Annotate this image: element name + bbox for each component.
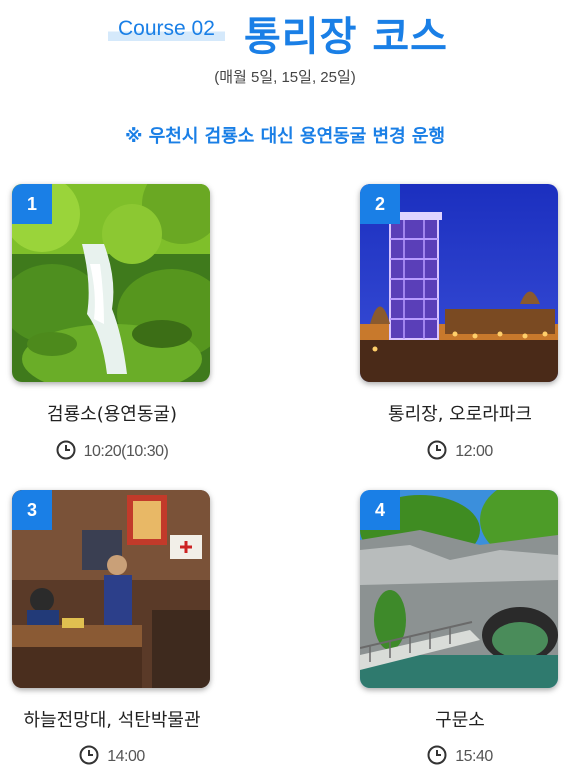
stop-name: 구문소 [435, 710, 485, 731]
stop-photo-2: 2 [360, 184, 558, 382]
stop-name: 검룡소(용연동굴) [47, 404, 177, 425]
stop-time: 15:40 [330, 745, 570, 766]
stop-photo-4: 4 [360, 490, 558, 688]
rain-notice: ※ 우천시 검룡소 대신 용연동굴 변경 운행 [124, 126, 446, 147]
clock-icon [427, 745, 447, 765]
stop-number-badge: 3 [12, 490, 52, 530]
course-header: Course 02 통리장 코스 (매월 5일, 15일, 25일) [0, 0, 570, 100]
stop-time-value: 12:00 [455, 443, 493, 460]
stop-time-value: 15:40 [455, 748, 493, 765]
stop-photo-1: 1 [12, 184, 210, 382]
stop-time: 14:00 [0, 745, 242, 766]
stop-number-badge: 1 [12, 184, 52, 224]
clock-icon [56, 440, 76, 460]
course-number-tag: Course 02 [108, 14, 225, 44]
stop-name: 하늘전망대, 석탄박물관 [23, 710, 201, 731]
clock-icon [427, 440, 447, 460]
clock-icon [79, 745, 99, 765]
stop-name: 통리장, 오로라파크 [388, 404, 532, 425]
stop-number-badge: 2 [360, 184, 400, 224]
stop-time: 10:20(10:30) [0, 440, 242, 461]
schedule-dates: (매월 5일, 15일, 25일) [214, 69, 356, 86]
stop-time-value: 10:20(10:30) [83, 443, 169, 460]
stop-time-value: 14:00 [107, 748, 145, 765]
stop-time: 12:00 [330, 440, 570, 461]
course-title: 통리장 코스 [244, 14, 448, 60]
stop-photo-3: 3 [12, 490, 210, 688]
stop-number-badge: 4 [360, 490, 400, 530]
